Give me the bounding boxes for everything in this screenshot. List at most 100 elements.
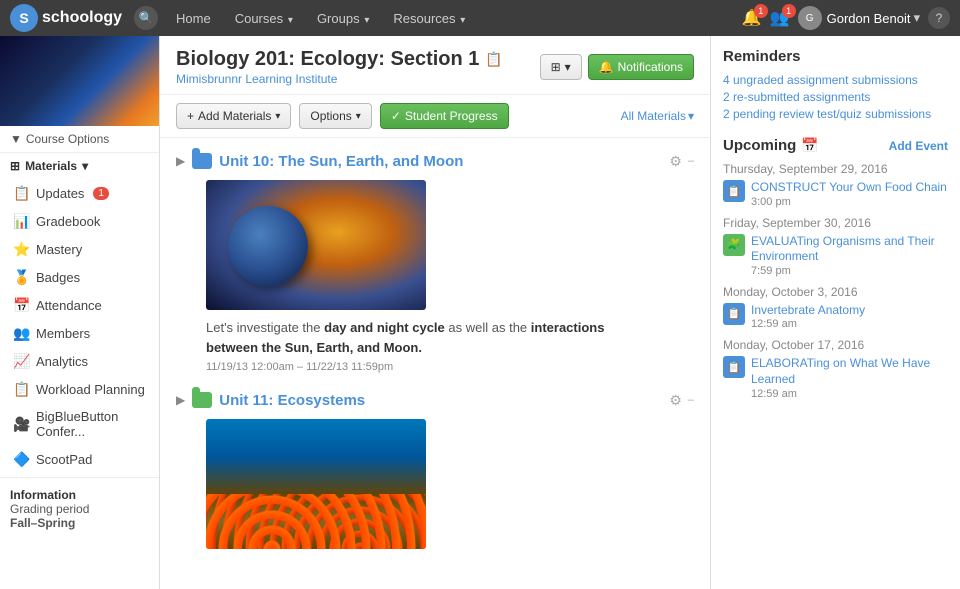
event-time-0: 3:00 pm — [751, 196, 948, 208]
avatar: G — [798, 6, 822, 30]
attendance-icon: 📅 — [14, 297, 30, 313]
sidebar-item-badges[interactable]: 🏅 Badges — [0, 263, 159, 291]
sidebar-item-analytics[interactable]: 📈 Analytics — [0, 347, 159, 375]
course-options-label: Course Options — [26, 132, 109, 146]
unit11-gear-icon[interactable]: ⚙ — [669, 392, 682, 409]
sidebar-item-workload-planning[interactable]: 📋 Workload Planning — [0, 375, 159, 403]
top-navigation: S schoology 🔍 Home Courses ▾ Groups ▾ Re… — [0, 0, 960, 36]
upcoming-section: Upcoming 📅 Add Event Thursday, September… — [723, 137, 948, 400]
event-name-1[interactable]: EVALUATing Organisms and Their Environme… — [751, 234, 948, 265]
logo-text: schoology — [42, 9, 122, 27]
all-materials-label: All Materials — [621, 109, 686, 123]
notification-bell-1[interactable]: 🔔 1 — [742, 8, 762, 28]
logo-icon: S — [10, 4, 38, 32]
event-time-2: 12:59 am — [751, 318, 948, 330]
unit11-toggle[interactable]: ▶ — [176, 393, 185, 407]
sidebar-label-bigblue: BigBlueButton Confer... — [36, 409, 149, 439]
reminder-link-2[interactable]: 2 pending review test/quiz submissions — [723, 107, 948, 121]
options-button[interactable]: Options ▾ — [299, 103, 371, 129]
unit11-row: ▶ Unit 11: Ecosystems ⚙ – — [176, 387, 694, 549]
grid-icon: ⊞ — [10, 159, 20, 173]
help-button[interactable]: ? — [928, 7, 950, 29]
checkmark-icon: ✓ — [391, 109, 401, 123]
unit11-folder-icon — [191, 391, 213, 409]
units-area: ▶ Unit 10: The Sun, Earth, and Moon ⚙ – … — [160, 138, 710, 573]
content-area: Biology 201: Ecology: Section 1 📋 Mimisb… — [160, 36, 710, 589]
notif-badge-2: 1 — [782, 4, 796, 18]
options-label: Options — [310, 109, 351, 123]
student-progress-button[interactable]: ✓ Student Progress — [380, 103, 509, 129]
sidebar-item-scootpad[interactable]: 🔷 ScootPad — [0, 445, 159, 473]
event-icon-0: 📋 — [723, 180, 745, 202]
calendar-icon: 📅 — [801, 137, 818, 154]
event-row-0: 📋 CONSTRUCT Your Own Food Chain 3:00 pm — [723, 180, 948, 208]
sidebar-label-scootpad: ScootPad — [36, 452, 92, 467]
nav-resources[interactable]: Resources ▾ — [383, 5, 475, 32]
event-name-3[interactable]: ELABORATing on What We Have Learned — [751, 356, 948, 387]
event-name-0[interactable]: CONSTRUCT Your Own Food Chain — [751, 180, 948, 196]
search-icon[interactable]: 🔍 — [134, 6, 158, 30]
unit10-title[interactable]: Unit 10: The Sun, Earth, and Moon — [219, 153, 663, 170]
event-name-2[interactable]: Invertebrate Anatomy — [751, 303, 948, 319]
logo[interactable]: S schoology — [10, 4, 122, 32]
event-icon-2: 📋 — [723, 303, 745, 325]
sidebar-label-analytics: Analytics — [36, 354, 88, 369]
notif-badge-1: 1 — [754, 4, 768, 18]
notification-bell-2[interactable]: 👥 1 — [770, 8, 790, 28]
add-materials-label: Add Materials — [198, 109, 271, 123]
add-materials-button[interactable]: + Add Materials ▾ — [176, 103, 291, 129]
unit-row: ▶ Unit 10: The Sun, Earth, and Moon ⚙ – … — [176, 148, 694, 373]
view-dropdown-arrow: ▾ — [565, 60, 571, 74]
nav-groups[interactable]: Groups ▾ — [307, 5, 379, 32]
sidebar-item-updates[interactable]: 📋 Updates 1 — [0, 179, 159, 207]
reminder-link-1[interactable]: 2 re-submitted assignments — [723, 90, 948, 104]
sidebar-item-mastery[interactable]: ⭐ Mastery — [0, 235, 159, 263]
student-progress-label: Student Progress — [405, 109, 498, 123]
sidebar-item-bigbluebutton[interactable]: 🎥 BigBlueButton Confer... — [0, 403, 159, 445]
event-details-2: Invertebrate Anatomy 12:59 am — [751, 303, 948, 331]
information-label: Information — [10, 488, 149, 502]
groups-arrow: ▾ — [362, 15, 370, 26]
add-icon: + — [187, 109, 194, 123]
sidebar-item-attendance[interactable]: 📅 Attendance — [0, 291, 159, 319]
notifications-label: Notifications — [618, 60, 683, 74]
sidebar-item-members[interactable]: 👥 Members — [0, 319, 159, 347]
all-materials-arrow: ▾ — [688, 109, 694, 123]
view-toggle-button[interactable]: ⊞ ▾ — [540, 54, 582, 80]
grading-period-value: Fall–Spring — [10, 516, 149, 530]
notifications-button[interactable]: 🔔 Notifications — [588, 54, 694, 80]
breadcrumb[interactable]: Mimisbrunnr Learning Institute — [176, 72, 337, 86]
members-icon: 👥 — [14, 325, 30, 341]
unit10-gear-icon[interactable]: ⚙ — [669, 153, 682, 170]
materials-arrow: ▾ — [82, 159, 88, 173]
unit10-content: Let's investigate the day and night cycl… — [206, 180, 694, 373]
event-row-2: 📋 Invertebrate Anatomy 12:59 am — [723, 303, 948, 331]
event-time-1: 7:59 pm — [751, 265, 948, 277]
unit11-image — [206, 419, 426, 549]
unit11-title[interactable]: Unit 11: Ecosystems — [219, 392, 663, 409]
nav-links: Home Courses ▾ Groups ▾ Resources ▾ — [166, 5, 742, 32]
event-row-3: 📋 ELABORATing on What We Have Learned 12… — [723, 356, 948, 399]
course-hero-image — [0, 36, 159, 126]
edit-icon[interactable]: 📋 — [485, 51, 502, 68]
materials-group[interactable]: ⊞ Materials ▾ — [0, 153, 159, 179]
mastery-icon: ⭐ — [14, 241, 30, 257]
user-menu[interactable]: G Gordon Benoit ▾ — [798, 6, 920, 30]
reminders-section: Reminders 4 ungraded assignment submissi… — [723, 48, 948, 121]
sidebar-label-workload: Workload Planning — [36, 382, 145, 397]
add-event-link[interactable]: Add Event — [889, 139, 948, 153]
sidebar-item-gradebook[interactable]: 📊 Gradebook — [0, 207, 159, 235]
folder-shape-green — [192, 392, 212, 408]
gradebook-icon: 📊 — [14, 213, 30, 229]
all-materials-link[interactable]: All Materials ▾ — [621, 109, 694, 123]
course-options-toggle[interactable]: ▼ Course Options — [0, 126, 159, 152]
topnav-right: 🔔 1 👥 1 G Gordon Benoit ▾ ? — [742, 6, 950, 30]
updates-badge: 1 — [93, 187, 109, 200]
nav-courses[interactable]: Courses ▾ — [225, 5, 303, 32]
options-arrow: ▾ — [356, 111, 361, 122]
nav-home[interactable]: Home — [166, 5, 221, 32]
reminder-link-0[interactable]: 4 ungraded assignment submissions — [723, 73, 948, 87]
badges-icon: 🏅 — [14, 269, 30, 285]
unit10-toggle[interactable]: ▶ — [176, 154, 185, 168]
courses-arrow: ▾ — [285, 15, 293, 26]
